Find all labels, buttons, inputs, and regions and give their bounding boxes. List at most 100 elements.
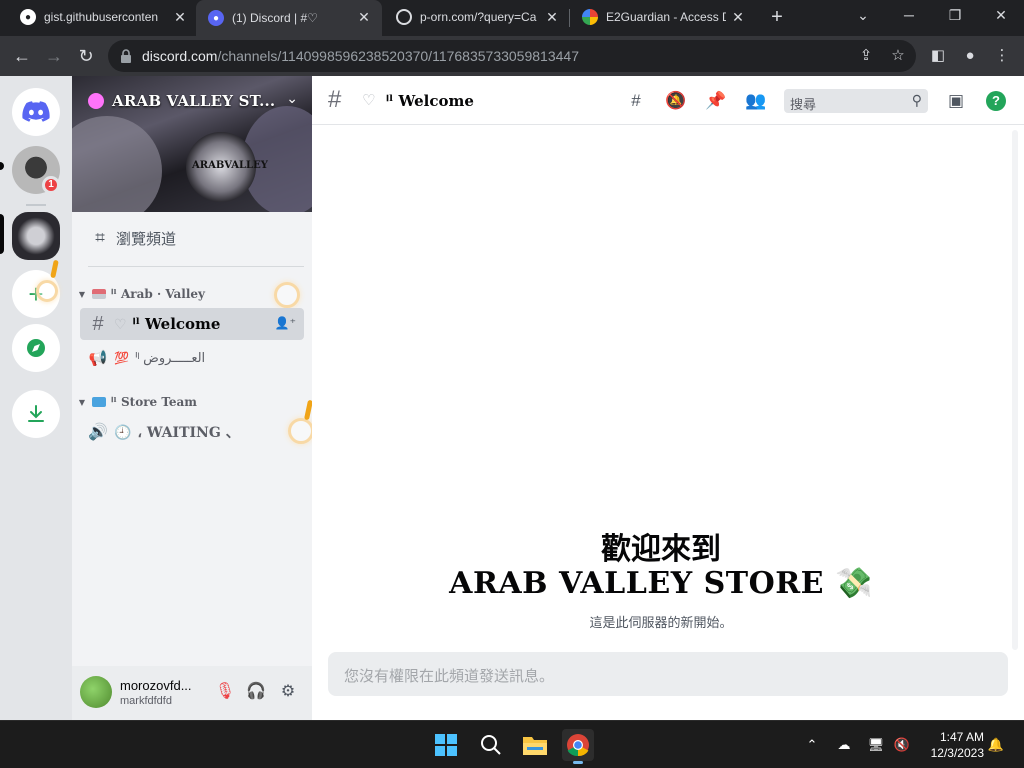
chrome-icon bbox=[567, 734, 589, 757]
tab-search-chevron-icon[interactable]: ⌄ bbox=[840, 0, 886, 32]
url-text: discord.com/channels/1140998596238520370… bbox=[142, 48, 579, 64]
member-list-icon[interactable]: 👥 bbox=[744, 89, 768, 113]
channel-offers[interactable]: 📢 💯 ᑊˡ العـــــروض bbox=[80, 342, 304, 374]
channel-name: ᑊˡ Welcome bbox=[132, 315, 221, 333]
channel-emoji: 🕘 bbox=[114, 423, 132, 440]
reload-button[interactable]: ↻ bbox=[72, 42, 100, 70]
category-name: ᑊˡ Arab · Valley bbox=[111, 287, 206, 301]
category-emoji-icon bbox=[92, 397, 106, 407]
browser-toolbar: ← → ↻ discord.com/channels/1140998596238… bbox=[0, 36, 1024, 76]
volume-muted-icon[interactable]: 🔇 bbox=[892, 735, 912, 755]
server-emblem: ARABVALLEY bbox=[186, 132, 268, 202]
forward-button[interactable]: → bbox=[40, 42, 68, 70]
clock[interactable]: 1:47 AM 12/3/2023 bbox=[914, 729, 984, 761]
address-bar[interactable]: discord.com/channels/1140998596238520370… bbox=[108, 40, 916, 72]
search-input[interactable]: 搜尋 ⚲ bbox=[784, 89, 928, 113]
welcome-heading-line2: ARAB VALLEY STORE 💸 bbox=[449, 566, 873, 601]
channel-waiting[interactable]: 🔊 🕘 ، WAITING 、 bbox=[80, 416, 304, 448]
server-rail: 1 + bbox=[0, 76, 72, 720]
url-path: /channels/1140998596238520370/1176835733… bbox=[217, 48, 579, 64]
avatar[interactable] bbox=[80, 676, 112, 708]
headphones-icon[interactable]: 🎧 bbox=[245, 681, 267, 703]
announcement-channel-icon: 📢 bbox=[88, 350, 108, 367]
inbox-icon[interactable]: ▣ bbox=[944, 89, 968, 113]
settings-gear-icon[interactable]: ⚙ bbox=[277, 681, 299, 703]
pin-icon[interactable]: 📌 bbox=[704, 89, 728, 113]
windows-logo-icon bbox=[435, 734, 457, 756]
server-arab-valley[interactable] bbox=[12, 212, 60, 260]
help-icon[interactable]: ? bbox=[986, 91, 1006, 111]
tab-title: gist.githubuserconten bbox=[44, 10, 159, 24]
text-channel-icon: # bbox=[92, 312, 104, 335]
chrome-menu-icon[interactable]: ⋮ bbox=[992, 46, 1012, 66]
close-tab-icon[interactable]: ✕ bbox=[730, 9, 746, 25]
file-explorer-button[interactable] bbox=[519, 729, 551, 761]
channel-name: ᑊˡ العـــــروض bbox=[134, 350, 206, 365]
category-store-team[interactable]: ▼ ᑊˡ Store Team bbox=[76, 392, 197, 412]
tab-title: (1) Discord | #♡ bbox=[232, 11, 318, 25]
start-button[interactable] bbox=[430, 729, 462, 761]
download-apps-button[interactable] bbox=[12, 390, 60, 438]
profile-icon[interactable]: ● bbox=[960, 46, 980, 66]
chrome-taskbar-button[interactable] bbox=[562, 729, 594, 764]
channel-emoji: 💯 bbox=[114, 351, 129, 365]
bookmark-star-icon[interactable]: ☆ bbox=[888, 46, 908, 66]
composer-placeholder: 您沒有權限在此頻道發送訊息。 bbox=[344, 668, 555, 685]
explore-servers-button[interactable] bbox=[12, 324, 60, 372]
close-window-button[interactable]: ✕ bbox=[978, 0, 1024, 32]
tab-gist[interactable]: ● gist.githubuserconten ✕ bbox=[8, 0, 198, 34]
search-icon: ⚲ bbox=[911, 92, 922, 108]
tab-porn-query[interactable]: p-orn.com/?query=Ca ✕ bbox=[384, 0, 570, 34]
network-icon[interactable]: 🖥 bbox=[866, 735, 886, 755]
windows-taskbar: ⌃ ☁ 🖥 🔇 1:47 AM 12/3/2023 🔔 bbox=[0, 720, 1024, 768]
notification-muted-icon[interactable]: 🔕 bbox=[664, 89, 688, 113]
direct-messages-button[interactable] bbox=[12, 88, 60, 136]
chevron-down-icon[interactable]: ⌄ bbox=[286, 90, 298, 107]
browse-channels-label: 瀏覽頻道 bbox=[116, 230, 177, 248]
side-panel-icon[interactable]: ◧ bbox=[928, 46, 948, 66]
browse-channels[interactable]: ⌗ 瀏覽頻道 bbox=[80, 224, 304, 252]
welcome-subtitle: 這是此伺服器的新開始。 bbox=[589, 615, 733, 630]
minimize-button[interactable]: ─ bbox=[886, 0, 932, 32]
category-emoji-icon bbox=[92, 289, 106, 299]
globe-icon bbox=[396, 9, 412, 25]
banner-art bbox=[72, 116, 162, 212]
onedrive-icon[interactable]: ☁ bbox=[834, 735, 854, 755]
notification-bell-icon[interactable]: 🔔 bbox=[986, 735, 1006, 755]
channel-welcome[interactable]: # ♡ ᑊˡ Welcome 👤⁺ bbox=[80, 308, 304, 340]
close-tab-icon[interactable]: ✕ bbox=[356, 9, 372, 25]
discord-logo-icon bbox=[22, 101, 50, 122]
close-tab-icon[interactable]: ✕ bbox=[172, 9, 188, 25]
channel-emoji: ♡ bbox=[362, 92, 376, 109]
username[interactable]: morozovfd... bbox=[120, 678, 192, 693]
server-name[interactable]: ARAB VALLEY ST... bbox=[112, 92, 275, 110]
clock-date: 12/3/2023 bbox=[930, 746, 984, 760]
back-button[interactable]: ← bbox=[8, 42, 36, 70]
clock-time: 1:47 AM bbox=[939, 730, 984, 744]
invite-member-icon[interactable]: 👤⁺ bbox=[275, 316, 296, 330]
tab-e2guardian[interactable]: E2Guardian - Access D ✕ bbox=[570, 0, 756, 34]
show-hidden-icons-chevron-icon[interactable]: ⌃ bbox=[802, 735, 822, 755]
lock-icon[interactable] bbox=[120, 49, 132, 63]
emblem-text: ARABVALLEY bbox=[192, 160, 268, 171]
folder-icon bbox=[523, 737, 547, 755]
tab-discord[interactable]: ● (1) Discord | #♡ ✕ bbox=[196, 0, 382, 36]
channel-header: # ♡ ᑊˡ Welcome # 🔕 📌 👥 搜尋 ⚲ ▣ ? bbox=[312, 76, 1024, 125]
mention-badge: 1 bbox=[42, 176, 60, 194]
new-tab-button[interactable]: + bbox=[765, 6, 789, 30]
tab-title: p-orn.com/?query=Ca bbox=[420, 10, 537, 24]
message-composer[interactable]: 您沒有權限在此頻道發送訊息。 bbox=[328, 652, 1008, 696]
active-app-indicator bbox=[573, 761, 583, 764]
scrollbar[interactable] bbox=[1012, 130, 1018, 650]
url-host: discord.com bbox=[142, 48, 218, 64]
mute-mic-icon[interactable]: 🎙 bbox=[214, 681, 236, 703]
welcome-heading-line1: 歡迎來到 bbox=[601, 532, 721, 567]
channel-name: ، WAITING 、 bbox=[137, 425, 240, 441]
share-icon[interactable]: ⇪ bbox=[856, 46, 876, 66]
category-arab-valley[interactable]: ▼ ᑊˡ Arab · Valley bbox=[76, 284, 205, 304]
restore-button[interactable]: ❐ bbox=[932, 0, 978, 32]
taskbar-search-button[interactable] bbox=[475, 729, 507, 761]
close-tab-icon[interactable]: ✕ bbox=[544, 9, 560, 25]
server-banner[interactable]: ARAB VALLEY ST... ⌄ ARABVALLEY bbox=[72, 76, 312, 212]
threads-icon[interactable]: # bbox=[624, 89, 648, 113]
